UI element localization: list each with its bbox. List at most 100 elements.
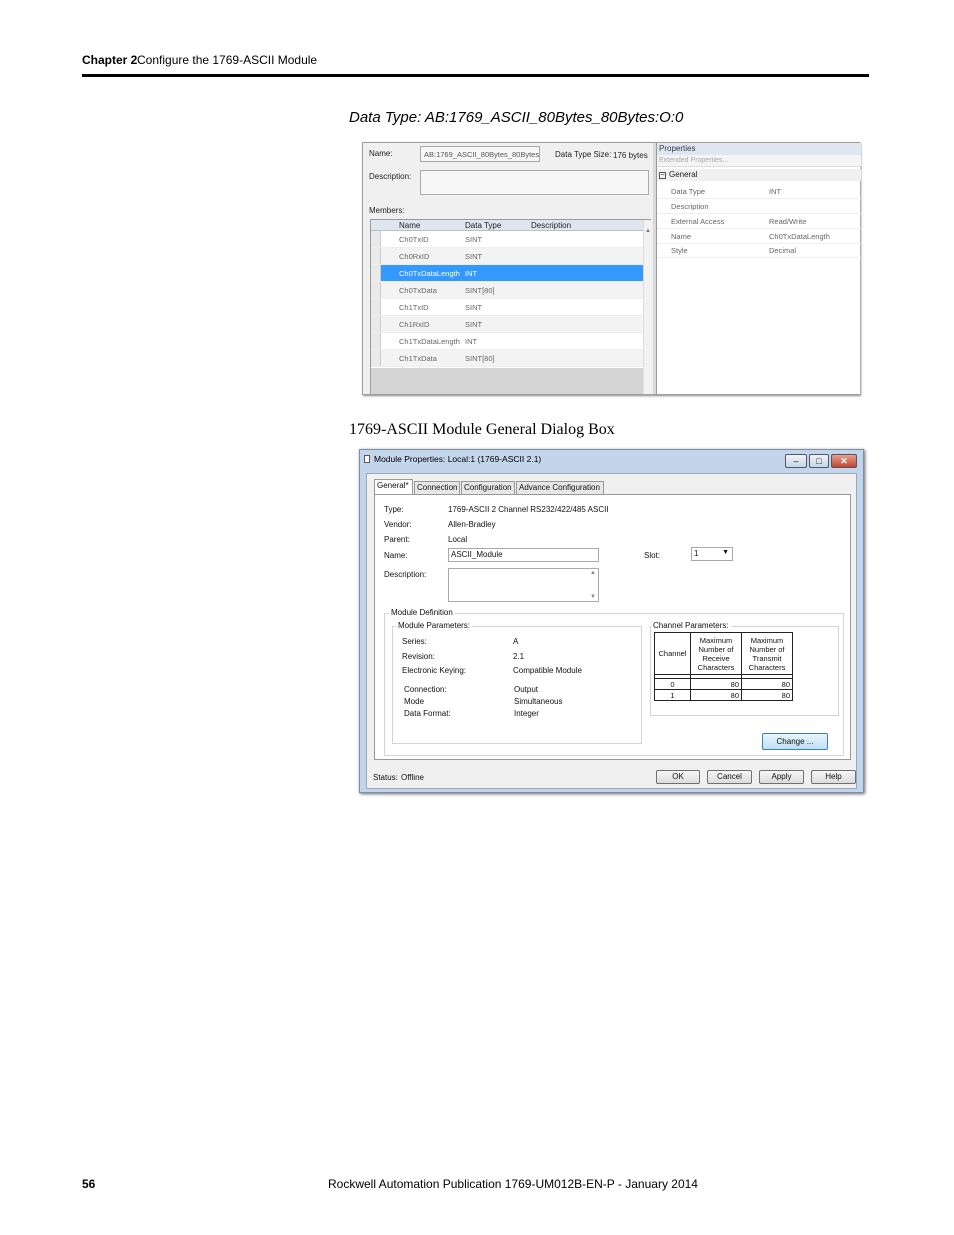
scroll-down-icon[interactable]: ▼ xyxy=(590,594,596,600)
members-grid-header: Name Data Type Description xyxy=(371,220,643,231)
type-label: Type: xyxy=(384,505,404,514)
slot-value: 1 xyxy=(694,549,699,558)
property-value: INT xyxy=(769,187,782,196)
connection-label: Connection: xyxy=(404,685,447,694)
scroll-up-icon[interactable]: ▲ xyxy=(590,570,596,576)
connection-value: Output xyxy=(514,685,539,694)
apply-button[interactable]: Apply xyxy=(759,770,804,784)
channel-parameters-table: Channel Maximum Number of Receive Charac… xyxy=(654,632,793,701)
member-name: Ch1TxData xyxy=(399,354,437,363)
change-button[interactable]: Change ... xyxy=(762,733,828,750)
channel-table-header: Channel Maximum Number of Receive Charac… xyxy=(654,632,793,675)
tab-configuration[interactable]: Configuration xyxy=(461,481,515,494)
properties-title: Properties xyxy=(657,143,861,155)
dt-description-field[interactable] xyxy=(420,170,649,195)
page-number: 56 xyxy=(82,1177,96,1191)
figure1-caption: Data Type: AB:1769_ASCII_80Bytes_80Bytes… xyxy=(349,109,684,126)
vendor-value: Allen-Bradley xyxy=(448,520,496,529)
tab-advance-configuration[interactable]: Advance Configuration xyxy=(516,481,604,494)
parent-value: Local xyxy=(448,535,468,544)
member-row[interactable]: Ch1TxData SINT[80] xyxy=(371,350,643,367)
name-label: Name: xyxy=(384,551,408,560)
member-name: Ch0RxID xyxy=(399,252,430,261)
property-row[interactable]: Data Type INT xyxy=(657,184,861,199)
tab-general[interactable]: General* xyxy=(374,479,413,495)
collapse-icon[interactable]: − xyxy=(659,172,666,179)
ok-button[interactable]: OK xyxy=(656,770,700,784)
vendor-label: Vendor: xyxy=(384,520,412,529)
grid-empty-area xyxy=(371,368,643,394)
member-row[interactable]: Ch0TxID SINT xyxy=(371,231,643,248)
property-key: Data Type xyxy=(671,187,706,196)
channel-parameters-group: Channel Parameters: Channel Maximum Numb… xyxy=(650,621,839,716)
property-row[interactable]: Style Decimal xyxy=(657,243,861,258)
window-title: Module Properties: Local:1 (1769-ASCII 2… xyxy=(374,454,542,464)
members-scrollbar[interactable]: ▲ xyxy=(643,220,651,394)
publication-info: Rockwell Automation Publication 1769-UM0… xyxy=(328,1177,698,1191)
name-input[interactable]: ASCII_Module xyxy=(448,548,599,562)
properties-general-category[interactable]: − General xyxy=(657,169,861,181)
row-gutter xyxy=(371,350,381,366)
general-category-label: General xyxy=(669,170,698,179)
column-header-name[interactable]: Name xyxy=(399,221,420,230)
member-row-selected[interactable]: Ch0TxDataLength INT xyxy=(371,265,643,282)
data-type-editor-screenshot: Name: AB:1769_ASCII_80Bytes_80Bytes:O Da… xyxy=(362,142,861,395)
member-name: Ch1RxID xyxy=(399,320,430,329)
close-icon[interactable]: ✕ xyxy=(831,454,857,468)
property-key: Description xyxy=(671,202,709,211)
dt-size-label: Data Type Size: xyxy=(555,150,612,159)
member-row[interactable]: Ch1TxDataLength INT xyxy=(371,333,643,350)
member-row[interactable]: Ch0RxID SINT xyxy=(371,248,643,265)
transmit-count: 80 xyxy=(741,678,793,690)
tab-connection[interactable]: Connection xyxy=(414,481,460,494)
module-properties-dialog: Module Properties: Local:1 (1769-ASCII 2… xyxy=(359,449,864,793)
column-header-data-type[interactable]: Data Type xyxy=(465,221,501,230)
member-type: SINT xyxy=(465,252,483,261)
dt-members-label: Members: xyxy=(369,206,405,215)
slot-label: Slot: xyxy=(644,551,661,560)
members-grid: Name Data Type Description Ch0TxID SINT … xyxy=(370,219,651,394)
dt-description-label: Description: xyxy=(369,172,412,181)
member-type: INT xyxy=(465,337,478,346)
property-key: Style xyxy=(671,246,688,255)
series-label: Series: xyxy=(402,637,427,646)
revision-label: Revision: xyxy=(402,652,435,661)
chevron-down-icon[interactable]: ▼ xyxy=(722,549,729,556)
property-row[interactable]: Name Ch0TxDataLength xyxy=(657,229,861,244)
member-type: SINT xyxy=(465,303,483,312)
property-row[interactable]: External Access Read/Write xyxy=(657,214,861,229)
parent-label: Parent: xyxy=(384,535,410,544)
dt-size-value: 176 bytes xyxy=(613,151,648,160)
figure2-caption: 1769-ASCII Module General Dialog Box xyxy=(349,421,615,438)
member-row[interactable]: Ch0TxData SINT[80] xyxy=(371,282,643,299)
description-textarea[interactable]: ▲ ▼ xyxy=(448,568,599,602)
row-gutter xyxy=(371,248,381,264)
member-row[interactable]: Ch1RxID SINT xyxy=(371,316,643,333)
dt-name-label: Name: xyxy=(369,149,393,158)
extended-properties-link[interactable]: Extended Properties... xyxy=(657,155,861,167)
scroll-up-icon[interactable]: ▲ xyxy=(645,228,651,234)
channel-row[interactable]: 1 80 80 xyxy=(654,689,793,701)
member-name: Ch0TxDataLength xyxy=(399,269,460,278)
property-key: Name xyxy=(671,232,692,241)
channel-row[interactable]: 0 80 80 xyxy=(654,678,793,690)
property-row[interactable]: Description xyxy=(657,199,861,214)
maximize-icon[interactable]: □ xyxy=(809,454,829,468)
channel-number: 0 xyxy=(654,678,691,690)
property-value: Read/Write xyxy=(769,217,807,226)
slot-select[interactable]: 1 ▼ xyxy=(691,547,733,561)
help-button[interactable]: Help xyxy=(811,770,856,784)
cancel-button[interactable]: Cancel xyxy=(707,770,752,784)
member-row[interactable]: Ch1TxID SINT xyxy=(371,299,643,316)
column-header-description[interactable]: Description xyxy=(531,221,571,230)
member-name: Ch0TxData xyxy=(399,286,437,295)
module-parameters-group: Module Parameters: Series: A Revision: 2… xyxy=(392,621,642,744)
receive-count: 80 xyxy=(690,689,742,701)
chapter-title: Configure the 1769-ASCII Module xyxy=(137,53,318,67)
module-definition-group: Module Definition Module Parameters: Ser… xyxy=(384,608,844,756)
dt-name-field[interactable]: AB:1769_ASCII_80Bytes_80Bytes:O xyxy=(420,146,540,162)
minimize-icon[interactable]: – xyxy=(785,454,807,468)
electronic-keying-value: Compatible Module xyxy=(513,666,582,675)
property-key: External Access xyxy=(671,217,725,226)
row-gutter xyxy=(371,299,381,315)
